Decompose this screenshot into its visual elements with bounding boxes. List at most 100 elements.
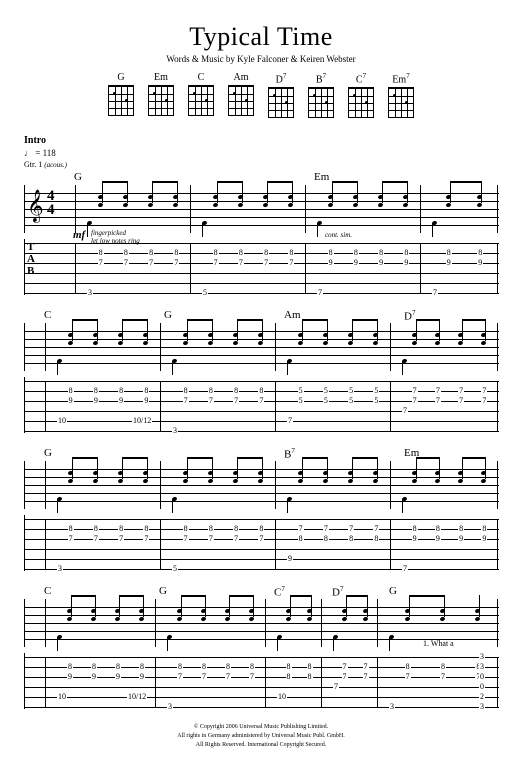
tab-fret: 3	[172, 427, 178, 435]
tab-fret: 10/12	[132, 417, 152, 425]
tab-fret: 7	[93, 535, 99, 543]
tab-fret: 8	[435, 525, 441, 533]
tab-fret: 8	[123, 249, 129, 257]
tab-fret: 7	[342, 663, 348, 671]
tab-fret: 9	[328, 259, 334, 267]
tab-fret: 5	[348, 397, 354, 405]
tab-fret: 8	[249, 663, 255, 671]
tab-fret: 7	[249, 673, 255, 681]
chord-symbol: Em	[314, 171, 329, 183]
tab-fret: 7	[177, 673, 183, 681]
tab-fret: 8	[118, 387, 124, 395]
tab-fret: 8	[139, 663, 145, 671]
tab-label: TAB	[27, 241, 36, 277]
tab-fret: 5	[323, 397, 329, 405]
tab-fret: 7	[481, 387, 487, 395]
tab-fret: 9	[143, 397, 149, 405]
music-system: CGAmD7898989891010/128787878735555555577…	[24, 309, 498, 433]
chord-symbol: G	[159, 585, 167, 597]
tab-fret: 8	[258, 387, 264, 395]
chord-symbol: C	[44, 309, 51, 321]
tab-fret: 7	[432, 289, 438, 297]
tab-fret: 8	[373, 535, 379, 543]
tab-fret: 5	[202, 289, 208, 297]
tab-fret: 7	[263, 259, 269, 267]
tab-fret: 7	[458, 387, 464, 395]
tab-fret: 7	[363, 663, 369, 671]
tab-fret: 7	[287, 417, 293, 425]
chord-symbol: G	[74, 171, 82, 183]
lyric-text: 1. What a	[423, 639, 454, 648]
chord-symbol: G	[164, 309, 172, 321]
tab-fret: 8	[481, 525, 487, 533]
tab-fret: 7	[435, 387, 441, 395]
tab-fret: 7	[435, 397, 441, 405]
tab-fret: 9	[115, 673, 121, 681]
tab-fret: 7	[98, 259, 104, 267]
tab-fret: 7	[298, 525, 304, 533]
tab-fret: 8	[353, 249, 359, 257]
tab-fret: 0	[479, 673, 485, 681]
tab-fret: 7	[183, 535, 189, 543]
tab-fret: 8	[213, 249, 219, 257]
tab-fret: 8	[68, 387, 74, 395]
tab-fret: 7	[288, 259, 294, 267]
tab-fret: 9	[412, 535, 418, 543]
tab-fret: 10/12	[127, 693, 147, 701]
tab-fret: 8	[233, 387, 239, 395]
tab-fret: 9	[118, 397, 124, 405]
tab-fret: 3	[87, 289, 93, 297]
tab-fret: 9	[481, 535, 487, 543]
instrument-label: Gtr. 1 (acous.)	[24, 160, 498, 169]
tab-fret: 7	[363, 673, 369, 681]
tab-fret: 5	[298, 387, 304, 395]
tab-fret: 8	[458, 525, 464, 533]
tab-fret: 7	[458, 397, 464, 405]
chord-diagram: Em7	[388, 72, 414, 117]
tab-fret: 8	[173, 249, 179, 257]
music-system: GB7Em87878787387878787578787878989898989…	[24, 447, 498, 571]
tab-fret: 8	[258, 525, 264, 533]
tab-fret: 5	[348, 387, 354, 395]
tab-fret: 7	[68, 535, 74, 543]
tab-fret: 8	[328, 249, 334, 257]
chord-reference-row: G Em C Am D7 B7 C7 Em7	[24, 72, 498, 117]
tab-fret: 8	[93, 387, 99, 395]
tab-fret: 8	[298, 535, 304, 543]
tab-fret: 9	[68, 397, 74, 405]
section-label: Intro	[24, 135, 498, 146]
tab-fret: 8	[412, 525, 418, 533]
tab-fret: 9	[67, 673, 73, 681]
tab-fret: 7	[233, 397, 239, 405]
tab-fret: 3	[389, 703, 395, 711]
tab-fret: 8	[446, 249, 452, 257]
tab-fret: 9	[403, 259, 409, 267]
tab-fret: 9	[477, 259, 483, 267]
tab-fret: 8	[91, 663, 97, 671]
page-title: Typical Time	[24, 22, 498, 52]
tab-fret: 8	[93, 525, 99, 533]
chord-diagram: C	[188, 72, 214, 117]
chord-diagram: B7	[308, 72, 334, 117]
tab-fret: 8	[183, 387, 189, 395]
tab-fret: 5	[373, 387, 379, 395]
chord-symbol: Am	[284, 309, 301, 321]
tab-fret: 8	[378, 249, 384, 257]
tab-fret: 7	[481, 397, 487, 405]
tab-fret: 8	[68, 525, 74, 533]
chord-symbol: B7	[284, 447, 295, 461]
tab-fret: 9	[91, 673, 97, 681]
tab-fret: 2	[479, 693, 485, 701]
tab-fret: 7	[258, 535, 264, 543]
chord-diagram: Am	[228, 72, 254, 117]
tab-fret: 7	[348, 525, 354, 533]
tab-fret: 8	[98, 249, 104, 257]
chord-diagram: C7	[348, 72, 374, 117]
copyright-footer: © Copyright 2006 Universal Music Publish…	[24, 723, 498, 750]
tab-fret: 7	[148, 259, 154, 267]
tab-fret: 8	[403, 249, 409, 257]
tab-fret: 5	[172, 565, 178, 573]
tab-fret: 8	[307, 663, 313, 671]
tab-fret: 7	[201, 673, 207, 681]
tab-fret: 8	[177, 663, 183, 671]
